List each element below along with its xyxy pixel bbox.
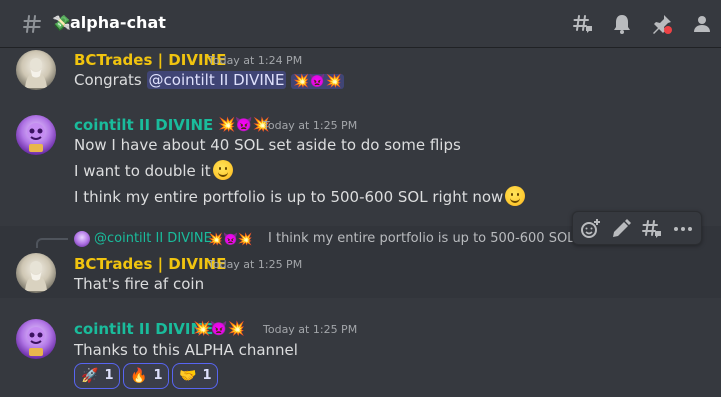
handshake-icon: 🤝 (179, 368, 197, 384)
timestamp: Today at 1:25 PM (263, 323, 358, 336)
avatar[interactable] (16, 319, 56, 359)
avatar-image-icon (25, 58, 47, 88)
channel-emoji: 💸 (52, 14, 71, 32)
more-icon[interactable] (671, 217, 695, 241)
username[interactable]: cointilt II DIVINE (74, 115, 213, 135)
reaction-count: 1 (202, 368, 212, 383)
add-reaction-icon[interactable] (578, 217, 602, 241)
rocket-icon: 🚀 (81, 368, 99, 384)
reply-avatar[interactable] (74, 231, 90, 247)
avatar[interactable] (16, 253, 56, 293)
avatar[interactable] (16, 115, 56, 155)
message-content: Congrats @cointilt II DIVINE 💥👿💥 (74, 69, 344, 93)
message-line: I want to double it (74, 160, 233, 182)
timestamp: Today at 1:25 PM (263, 119, 358, 132)
reaction-count: 1 (153, 368, 163, 383)
username[interactable]: BCTrades | DIVINE (74, 50, 226, 70)
message-text: That's fire af coin (74, 275, 205, 293)
user-mention[interactable]: @cointilt II DIVINE (146, 71, 287, 89)
message-line: I think my entire portfolio is up to 500… (74, 186, 526, 208)
timestamp: Today at 1:24 PM (208, 54, 303, 67)
members-icon[interactable] (690, 12, 714, 36)
slightly-smiling-face-icon (505, 186, 526, 206)
channel-hash-icon (23, 15, 41, 33)
slightly-smiling-face-icon (212, 160, 233, 180)
user-badges-emoji: 💥👿💥 (193, 321, 246, 337)
avatar-image-icon (27, 123, 45, 152)
fire-icon: 🔥 (130, 368, 148, 384)
reply-badges-emoji: 💥👿💥 (208, 232, 253, 246)
avatar-image-icon (25, 261, 47, 291)
username[interactable]: BCTrades | DIVINE (74, 254, 226, 274)
create-thread-icon[interactable] (640, 217, 664, 241)
message-actions-toolbar (572, 211, 702, 245)
edit-icon[interactable] (609, 217, 633, 241)
message-text: I think my entire portfolio is up to 500… (74, 188, 504, 206)
reaction-count: 1 (104, 368, 114, 383)
pin-icon[interactable] (650, 12, 674, 36)
reaction-fire[interactable]: 🔥 1 (123, 363, 170, 389)
reply-username[interactable]: @cointilt II DIVINE (94, 230, 212, 248)
bell-icon[interactable] (610, 12, 634, 36)
mention-emoji: 💥👿💥 (291, 74, 344, 89)
reaction-handshake[interactable]: 🤝 1 (172, 363, 219, 389)
reaction-rocket[interactable]: 🚀 1 (74, 363, 121, 389)
message-text: Thanks to this ALPHA channel (74, 341, 298, 359)
threads-icon[interactable] (571, 12, 595, 36)
channel-header: 💸 alpha-chat (0, 0, 721, 48)
avatar-image-icon (27, 327, 45, 356)
reply-spine (36, 238, 68, 248)
message-text: I want to double it (74, 162, 211, 180)
channel-name: alpha-chat (70, 13, 166, 32)
avatar[interactable] (16, 50, 56, 90)
timestamp: Today at 1:25 PM (208, 258, 303, 271)
message-line: Now I have about 40 SOL set aside to do … (74, 136, 461, 154)
message-text: Congrats (74, 71, 147, 89)
